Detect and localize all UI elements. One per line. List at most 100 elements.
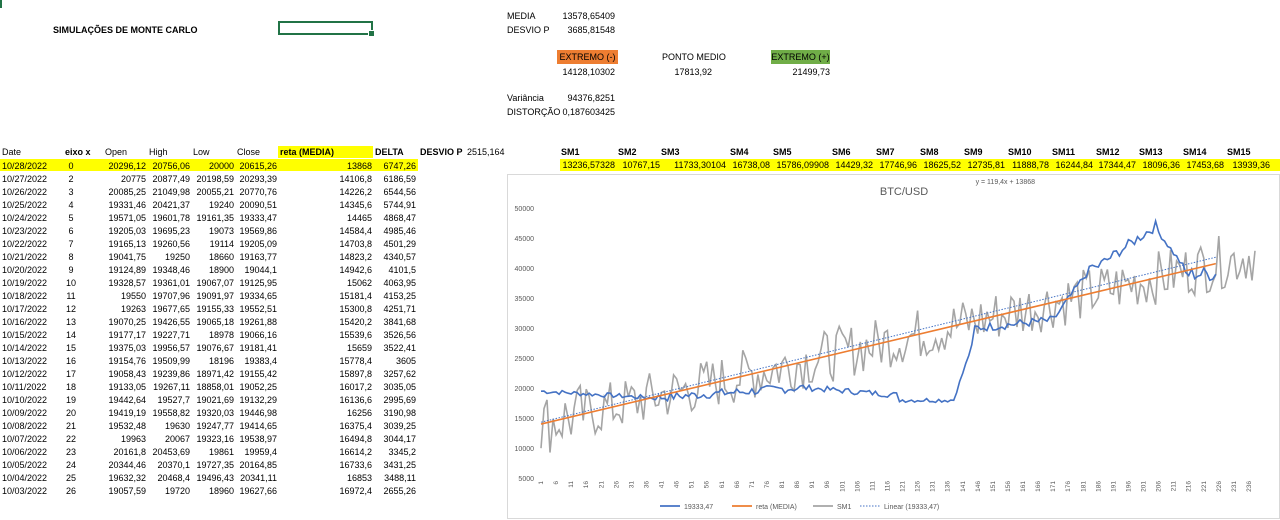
cell-close: 19205,09 (239, 239, 277, 249)
y-tick-label: 15000 (515, 416, 535, 423)
sm-cell: 16738,08 (732, 160, 770, 170)
cell-delta: 5744,91 (383, 200, 416, 210)
cell-date: 10/22/2022 (2, 239, 48, 249)
cell-close: 20770,76 (239, 187, 277, 197)
table-row: 10/18/2022 11 19550 19707,96 19091,97 19334,6… (0, 290, 418, 303)
col-header-desvio: DESVIO P (420, 147, 463, 157)
col-header-close: Close (237, 147, 261, 157)
x-tick-label: 66 (734, 481, 741, 489)
cell-eixo: 25 (65, 473, 76, 483)
cell-delta: 6747,26 (383, 161, 416, 171)
x-tick-label: 201 (1141, 481, 1148, 492)
cell-close: 19052,25 (239, 382, 277, 392)
cell-date: 10/25/2022 (2, 200, 48, 210)
cell-delta: 3522,41 (383, 343, 416, 353)
x-tick-label: 136 (945, 481, 952, 492)
y-tick-label: 40000 (515, 266, 535, 273)
extremo-neg-value: 14128,10302 (562, 67, 615, 77)
x-tick-label: 166 (1035, 481, 1042, 492)
cell-date: 10/24/2022 (2, 213, 48, 223)
cell-delta: 3526,56 (383, 330, 416, 340)
col-header-date: Date (2, 147, 22, 157)
x-tick-label: 101 (839, 481, 846, 492)
x-tick-label: 231 (1231, 481, 1238, 492)
x-tick-label: 16 (583, 481, 590, 489)
btc-usd-chart[interactable]: BTC/USD y = 119,4x + 13868 50000 45000 40000… (507, 174, 1280, 519)
cell-close: 19163,77 (239, 252, 277, 262)
extremo-neg-button[interactable]: EXTREMO (-) (557, 50, 618, 64)
x-tick-label: 6 (553, 481, 560, 485)
cell-date: 10/11/2022 (2, 382, 47, 392)
cell-close: 19414,65 (239, 421, 277, 431)
cell-delta: 3035,05 (383, 382, 416, 392)
cell-close: 19066,16 (239, 330, 277, 340)
col-header-high: High (149, 147, 168, 157)
cell-delta: 3841,68 (383, 317, 416, 327)
x-tick-label: 126 (915, 481, 922, 492)
legend-label: SM1 (837, 504, 852, 511)
cell-date: 10/21/2022 (2, 252, 48, 262)
cell-close: 19538,97 (239, 434, 277, 444)
table-row: 10/22/2022 7 19165,13 19260,56 19114 19205,09… (0, 238, 418, 251)
cell-eixo: 3 (68, 187, 74, 197)
y-tick-label: 30000 (515, 326, 535, 333)
cell-eixo: 15 (65, 343, 76, 353)
cell-eixo: 17 (65, 369, 76, 379)
sm-header-11: SM11 (1052, 147, 1076, 157)
x-tick-label: 226 (1216, 481, 1223, 492)
selected-cell[interactable] (278, 21, 375, 37)
col-header-eixo: eixo x (65, 147, 91, 157)
x-tick-label: 26 (613, 481, 620, 489)
y-tick-label: 50000 (515, 206, 535, 213)
trendline-equation: y = 119,4x + 13868 (976, 179, 1036, 186)
media-value: 13578,65409 (562, 11, 615, 21)
x-tick-label: 206 (1156, 481, 1163, 492)
ponto-medio-value: 17813,92 (674, 67, 712, 77)
x-tick-label: 86 (794, 481, 801, 489)
cell-close: 19125,95 (239, 278, 277, 288)
cell-delta: 6186,59 (383, 174, 416, 184)
table-row: 10/19/2022 10 19328,57 19361,01 19067,07 1912… (0, 277, 418, 290)
cell-delta: 2995,69 (383, 395, 416, 405)
cell-close: 20293,39 (239, 174, 277, 184)
cell-eixo: 14 (65, 330, 76, 340)
y-tick-label: 35000 (515, 296, 535, 303)
cell-close: 20615,26 (239, 161, 277, 171)
cell-date: 10/28/2022 (2, 161, 48, 171)
x-tick-label: 1 (538, 481, 545, 485)
sm-header-6: SM6 (832, 147, 851, 157)
cell-date: 10/09/2022 (2, 408, 48, 418)
excel-frame-mark (0, 0, 2, 8)
table-row: 10/25/2022 4 19331,46 20421,37 19240 20090,51… (0, 199, 418, 212)
cell-eixo: 7 (68, 239, 74, 249)
x-tick-label: 41 (659, 481, 666, 489)
extremo-pos-value: 21499,73 (792, 67, 830, 77)
cell-date: 10/08/2022 (2, 421, 48, 431)
y-tick-label: 10000 (515, 446, 535, 453)
y-tick-label: 25000 (515, 356, 535, 363)
extremo-pos-button[interactable]: EXTREMO (+) (771, 50, 830, 64)
cell-close: 19552,51 (239, 304, 277, 314)
x-tick-label: 146 (975, 481, 982, 492)
x-tick-label: 46 (674, 481, 681, 489)
cell-close: 20090,51 (239, 200, 277, 210)
cell-delta: 4340,57 (383, 252, 416, 262)
x-tick-label: 106 (854, 481, 861, 492)
cell-close: 19333,47 (239, 213, 277, 223)
x-tick-label: 76 (764, 481, 771, 489)
cell-close: 19261,88 (239, 317, 277, 327)
col-header-open: Open (105, 147, 128, 157)
x-tick-label: 131 (930, 481, 937, 492)
sm-header-2: SM2 (618, 147, 637, 157)
cell-eixo: 19 (65, 395, 76, 405)
cell-close: 19569,86 (239, 226, 277, 236)
cell-close: 19446,98 (239, 408, 277, 418)
cell-date: 10/17/2022 (2, 304, 48, 314)
cell-eixo: 13 (65, 317, 76, 327)
cell-date: 10/07/2022 (2, 434, 48, 444)
chart-plot: BTC/USD y = 119,4x + 13868 50000 45000 40000… (515, 179, 1256, 511)
cell-eixo: 26 (65, 486, 76, 496)
cell-delta: 3044,17 (383, 434, 416, 444)
cell-delta: 4501,29 (383, 239, 416, 249)
desvio-value: 3685,81548 (567, 25, 615, 35)
